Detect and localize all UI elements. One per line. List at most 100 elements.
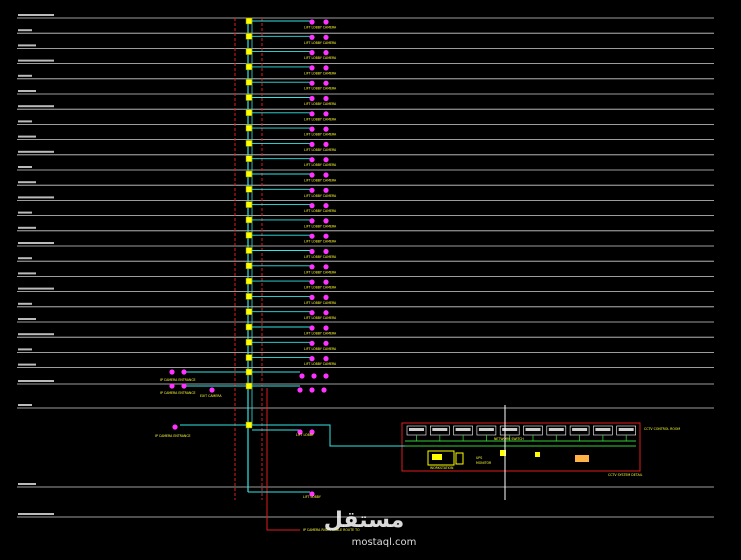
nvr-display bbox=[432, 428, 448, 431]
junction-box-icon bbox=[245, 186, 253, 193]
panel-bus-label: NETWORK SWITCH bbox=[494, 437, 524, 441]
ground-left-label-2: IP CAMERA ENTRANCE bbox=[160, 391, 196, 395]
floor-level-tag bbox=[18, 74, 32, 77]
typical-floor: LIFT LOBBY CAMERA bbox=[245, 201, 337, 213]
panel-side-note: CCTV CONTROL ROOM bbox=[644, 427, 680, 431]
camera-icon bbox=[323, 248, 329, 255]
camera-icon bbox=[323, 233, 329, 239]
floor-camera-label: LIFT LOBBY CAMERA bbox=[304, 209, 337, 213]
floor-level-tag bbox=[18, 404, 32, 406]
camera-icon bbox=[323, 19, 329, 25]
typical-floor: LIFT LOBBY CAMERA bbox=[245, 17, 337, 30]
floor-level-tag bbox=[18, 211, 32, 214]
floor-camera-label: LIFT LOBBY CAMERA bbox=[304, 179, 337, 183]
floor-camera-label: LIFT LOBBY CAMERA bbox=[304, 148, 337, 152]
typical-floor: LIFT LOBBY CAMERA bbox=[245, 124, 337, 137]
camera-icon bbox=[323, 373, 329, 379]
typical-floor: LIFT LOBBY CAMERA bbox=[245, 277, 337, 290]
camera-icon bbox=[321, 387, 327, 393]
camera-icon bbox=[309, 310, 315, 316]
camera-icon bbox=[299, 373, 305, 379]
camera-icon bbox=[323, 294, 329, 300]
camera-icon bbox=[309, 203, 315, 209]
typical-floor: LIFT LOBBY CAMERA bbox=[245, 48, 337, 60]
ground-left-label-1: IP CAMERA ENTRANCE bbox=[160, 378, 196, 382]
floor-camera-label: LIFT LOBBY CAMERA bbox=[304, 301, 337, 305]
floor-camera-label: LIFT LOBBY CAMERA bbox=[304, 163, 337, 167]
cctv-riser-diagram: LIFT LOBBY CAMERA LIFT LOBBY CAMERA LIFT L… bbox=[17, 14, 714, 548]
camera-icon bbox=[323, 141, 329, 147]
camera-icon bbox=[323, 187, 329, 193]
camera-icon bbox=[309, 264, 315, 270]
junction-box-icon bbox=[245, 155, 253, 162]
bottom-lift-label: LIFT LOBBY bbox=[303, 495, 321, 499]
junction-box-icon bbox=[245, 231, 253, 239]
junction-box-icon bbox=[245, 33, 253, 40]
floor-level-tag bbox=[18, 302, 32, 305]
camera-icon bbox=[309, 126, 315, 132]
junction-box-icon bbox=[245, 382, 253, 390]
floor-camera-label: LIFT LOBBY CAMERA bbox=[304, 224, 337, 228]
camera-icon bbox=[309, 19, 315, 25]
floor-camera-label: LIFT LOBBY CAMERA bbox=[304, 286, 337, 290]
floor-camera-label: LIFT LOBBY CAMERA bbox=[304, 270, 337, 274]
floor-level-tag bbox=[18, 166, 32, 168]
floor-level-tag bbox=[18, 380, 54, 382]
camera-icon bbox=[323, 279, 329, 285]
junction-box-icon bbox=[245, 339, 253, 346]
floor-level-tag bbox=[18, 333, 54, 336]
watermark-latin: mostaql.com bbox=[352, 537, 417, 548]
junction-box-icon bbox=[245, 63, 253, 71]
camera-icon bbox=[309, 187, 315, 193]
camera-icon bbox=[323, 157, 329, 163]
camera-icon bbox=[323, 34, 329, 40]
floor-camera-label: LIFT LOBBY CAMERA bbox=[304, 87, 337, 91]
junction-box-icon bbox=[245, 247, 253, 254]
floor-level-tag bbox=[18, 120, 32, 123]
camera-icon bbox=[309, 50, 315, 56]
camera-icon bbox=[309, 95, 315, 102]
camera-icon bbox=[181, 383, 187, 389]
typical-floor: LIFT LOBBY CAMERA bbox=[245, 170, 337, 183]
floor-level-tag bbox=[18, 135, 36, 138]
riser bbox=[247, 18, 310, 493]
nvr-display bbox=[548, 428, 564, 431]
typical-floor: LIFT LOBBY CAMERA bbox=[245, 33, 337, 45]
typical-floor: LIFT LOBBY CAMERA bbox=[245, 94, 337, 106]
floor-level-tag bbox=[18, 483, 36, 485]
floor-camera-label: LIFT LOBBY CAMERA bbox=[304, 332, 337, 336]
floor-camera-label: LIFT LOBBY CAMERA bbox=[304, 362, 337, 366]
floor-camera-label: LIFT LOBBY CAMERA bbox=[304, 255, 337, 259]
camera-icon bbox=[323, 218, 329, 224]
camera-icon bbox=[311, 373, 317, 379]
camera-icon bbox=[323, 356, 329, 362]
floor-camera-label: LIFT LOBBY CAMERA bbox=[304, 41, 337, 45]
floor-level-tag bbox=[18, 105, 54, 108]
floor-level-tag bbox=[18, 348, 32, 351]
typical-floor: LIFT LOBBY CAMERA bbox=[245, 262, 337, 274]
camera-icon bbox=[323, 65, 329, 71]
floor-level-tag bbox=[18, 513, 54, 515]
watermark-arabic: مستقل bbox=[324, 508, 404, 533]
typical-floor: LIFT LOBBY CAMERA bbox=[245, 140, 337, 152]
junction-box-icon bbox=[245, 140, 253, 147]
camera-icon bbox=[323, 310, 329, 316]
camera-icon bbox=[309, 294, 315, 300]
camera-icon bbox=[309, 157, 315, 163]
junction-box-icon bbox=[245, 78, 253, 86]
typical-floor: LIFT LOBBY CAMERA bbox=[245, 63, 337, 75]
junction-box-icon bbox=[245, 277, 253, 285]
floor-level-tag bbox=[18, 14, 54, 16]
basement-left-label: IP CAMERA ENTRANCE bbox=[155, 434, 191, 438]
panel-feed bbox=[252, 405, 506, 500]
ups-icon bbox=[455, 452, 464, 465]
floor-camera-label: LIFT LOBBY CAMERA bbox=[304, 133, 337, 137]
floor-level-tag bbox=[18, 272, 36, 275]
typical-floor: LIFT LOBBY CAMERA bbox=[245, 323, 337, 336]
floor-level-tag bbox=[18, 150, 54, 153]
floor-camera-label: LIFT LOBBY CAMERA bbox=[304, 71, 337, 75]
camera-icon bbox=[323, 126, 329, 132]
panel-sub-label-2: UPS bbox=[476, 456, 482, 460]
basement-lift-label: LIFT LOBBY bbox=[296, 433, 314, 437]
floor-level-tag bbox=[18, 363, 36, 366]
